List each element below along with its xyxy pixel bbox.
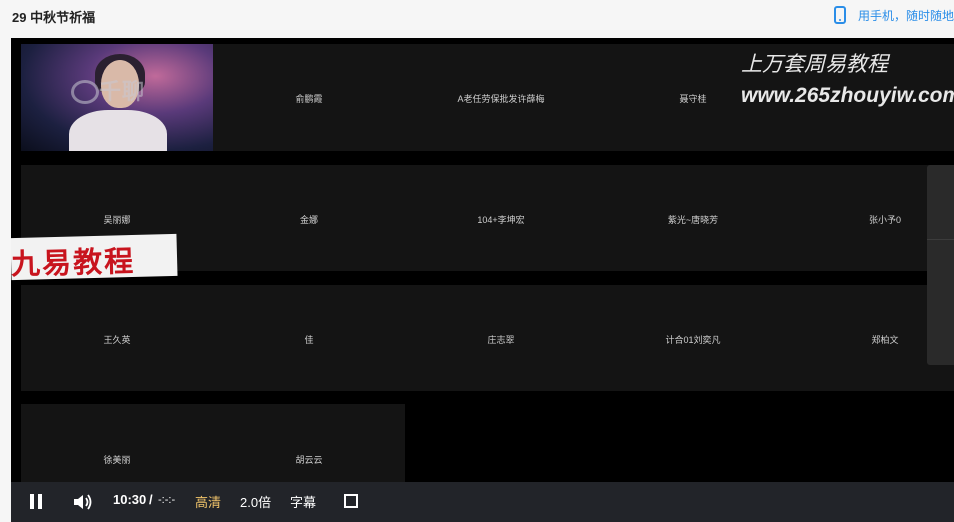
quality-button[interactable]: 高清 xyxy=(195,492,221,511)
participant-name: 胡云云 xyxy=(295,455,323,465)
participant-name: 计合01刘奕凡 xyxy=(665,335,721,345)
participant-name: 王久英 xyxy=(103,335,131,345)
speed-button[interactable]: 2.0倍 xyxy=(240,492,271,511)
banner-text: 九易教程 xyxy=(11,245,136,282)
participant-name: 徐美丽 xyxy=(103,455,131,465)
subtitle-button[interactable]: 字幕 xyxy=(290,492,316,511)
total-time: -:-:- xyxy=(158,494,176,506)
side-panel-divider xyxy=(927,239,954,240)
phone-icon xyxy=(833,6,846,24)
side-panel[interactable] xyxy=(927,165,954,365)
watermark-logo-icon xyxy=(71,80,99,104)
top-bar: 29 中秋节祈福 用手机，随时随地 xyxy=(0,0,954,38)
lesson-title: 29 中秋节祈福 xyxy=(12,10,96,25)
control-bar: 10:30 / -:-:- 高清 2.0倍 字幕 xyxy=(11,482,954,522)
camera-watermark: 千聊 xyxy=(99,79,146,104)
presenter-body xyxy=(69,110,167,151)
watermark-banner: 九易教程 xyxy=(11,233,178,282)
video-player[interactable]: 千聊 俞鹏霞 A老任劳保批发许薛梅 聂守桂 上万套周易教程 www.265zho… xyxy=(11,38,954,522)
participant-name: 俞鹏霞 xyxy=(295,94,323,104)
participant-name: 金娜 xyxy=(299,215,318,225)
volume-icon[interactable] xyxy=(73,493,93,511)
participant-name: 紫光~唐晓芳 xyxy=(667,215,719,225)
time-separator: / xyxy=(149,492,153,507)
pause-icon[interactable] xyxy=(29,494,44,509)
participant-row xyxy=(21,404,405,494)
watermark-title: 上万套周易教程 xyxy=(741,52,888,76)
mobile-watch-link[interactable]: 用手机，随时随地 xyxy=(833,5,954,25)
participant-name: 庄志翠 xyxy=(487,335,515,345)
participant-name: 佳 xyxy=(304,335,314,345)
watermark-url: www.265zhouyiw.com xyxy=(741,84,954,107)
fullscreen-icon[interactable] xyxy=(344,494,358,508)
camera-feed: 千聊 xyxy=(21,44,213,151)
participant-name: 吴丽娜 xyxy=(103,215,131,225)
mobile-link-label: 用手机，随时随地 xyxy=(857,8,954,23)
current-time: 10:30 xyxy=(113,492,147,507)
participant-name: 104+李坤宏 xyxy=(477,215,525,225)
participant-name: A老任劳保批发许薛梅 xyxy=(457,94,545,104)
